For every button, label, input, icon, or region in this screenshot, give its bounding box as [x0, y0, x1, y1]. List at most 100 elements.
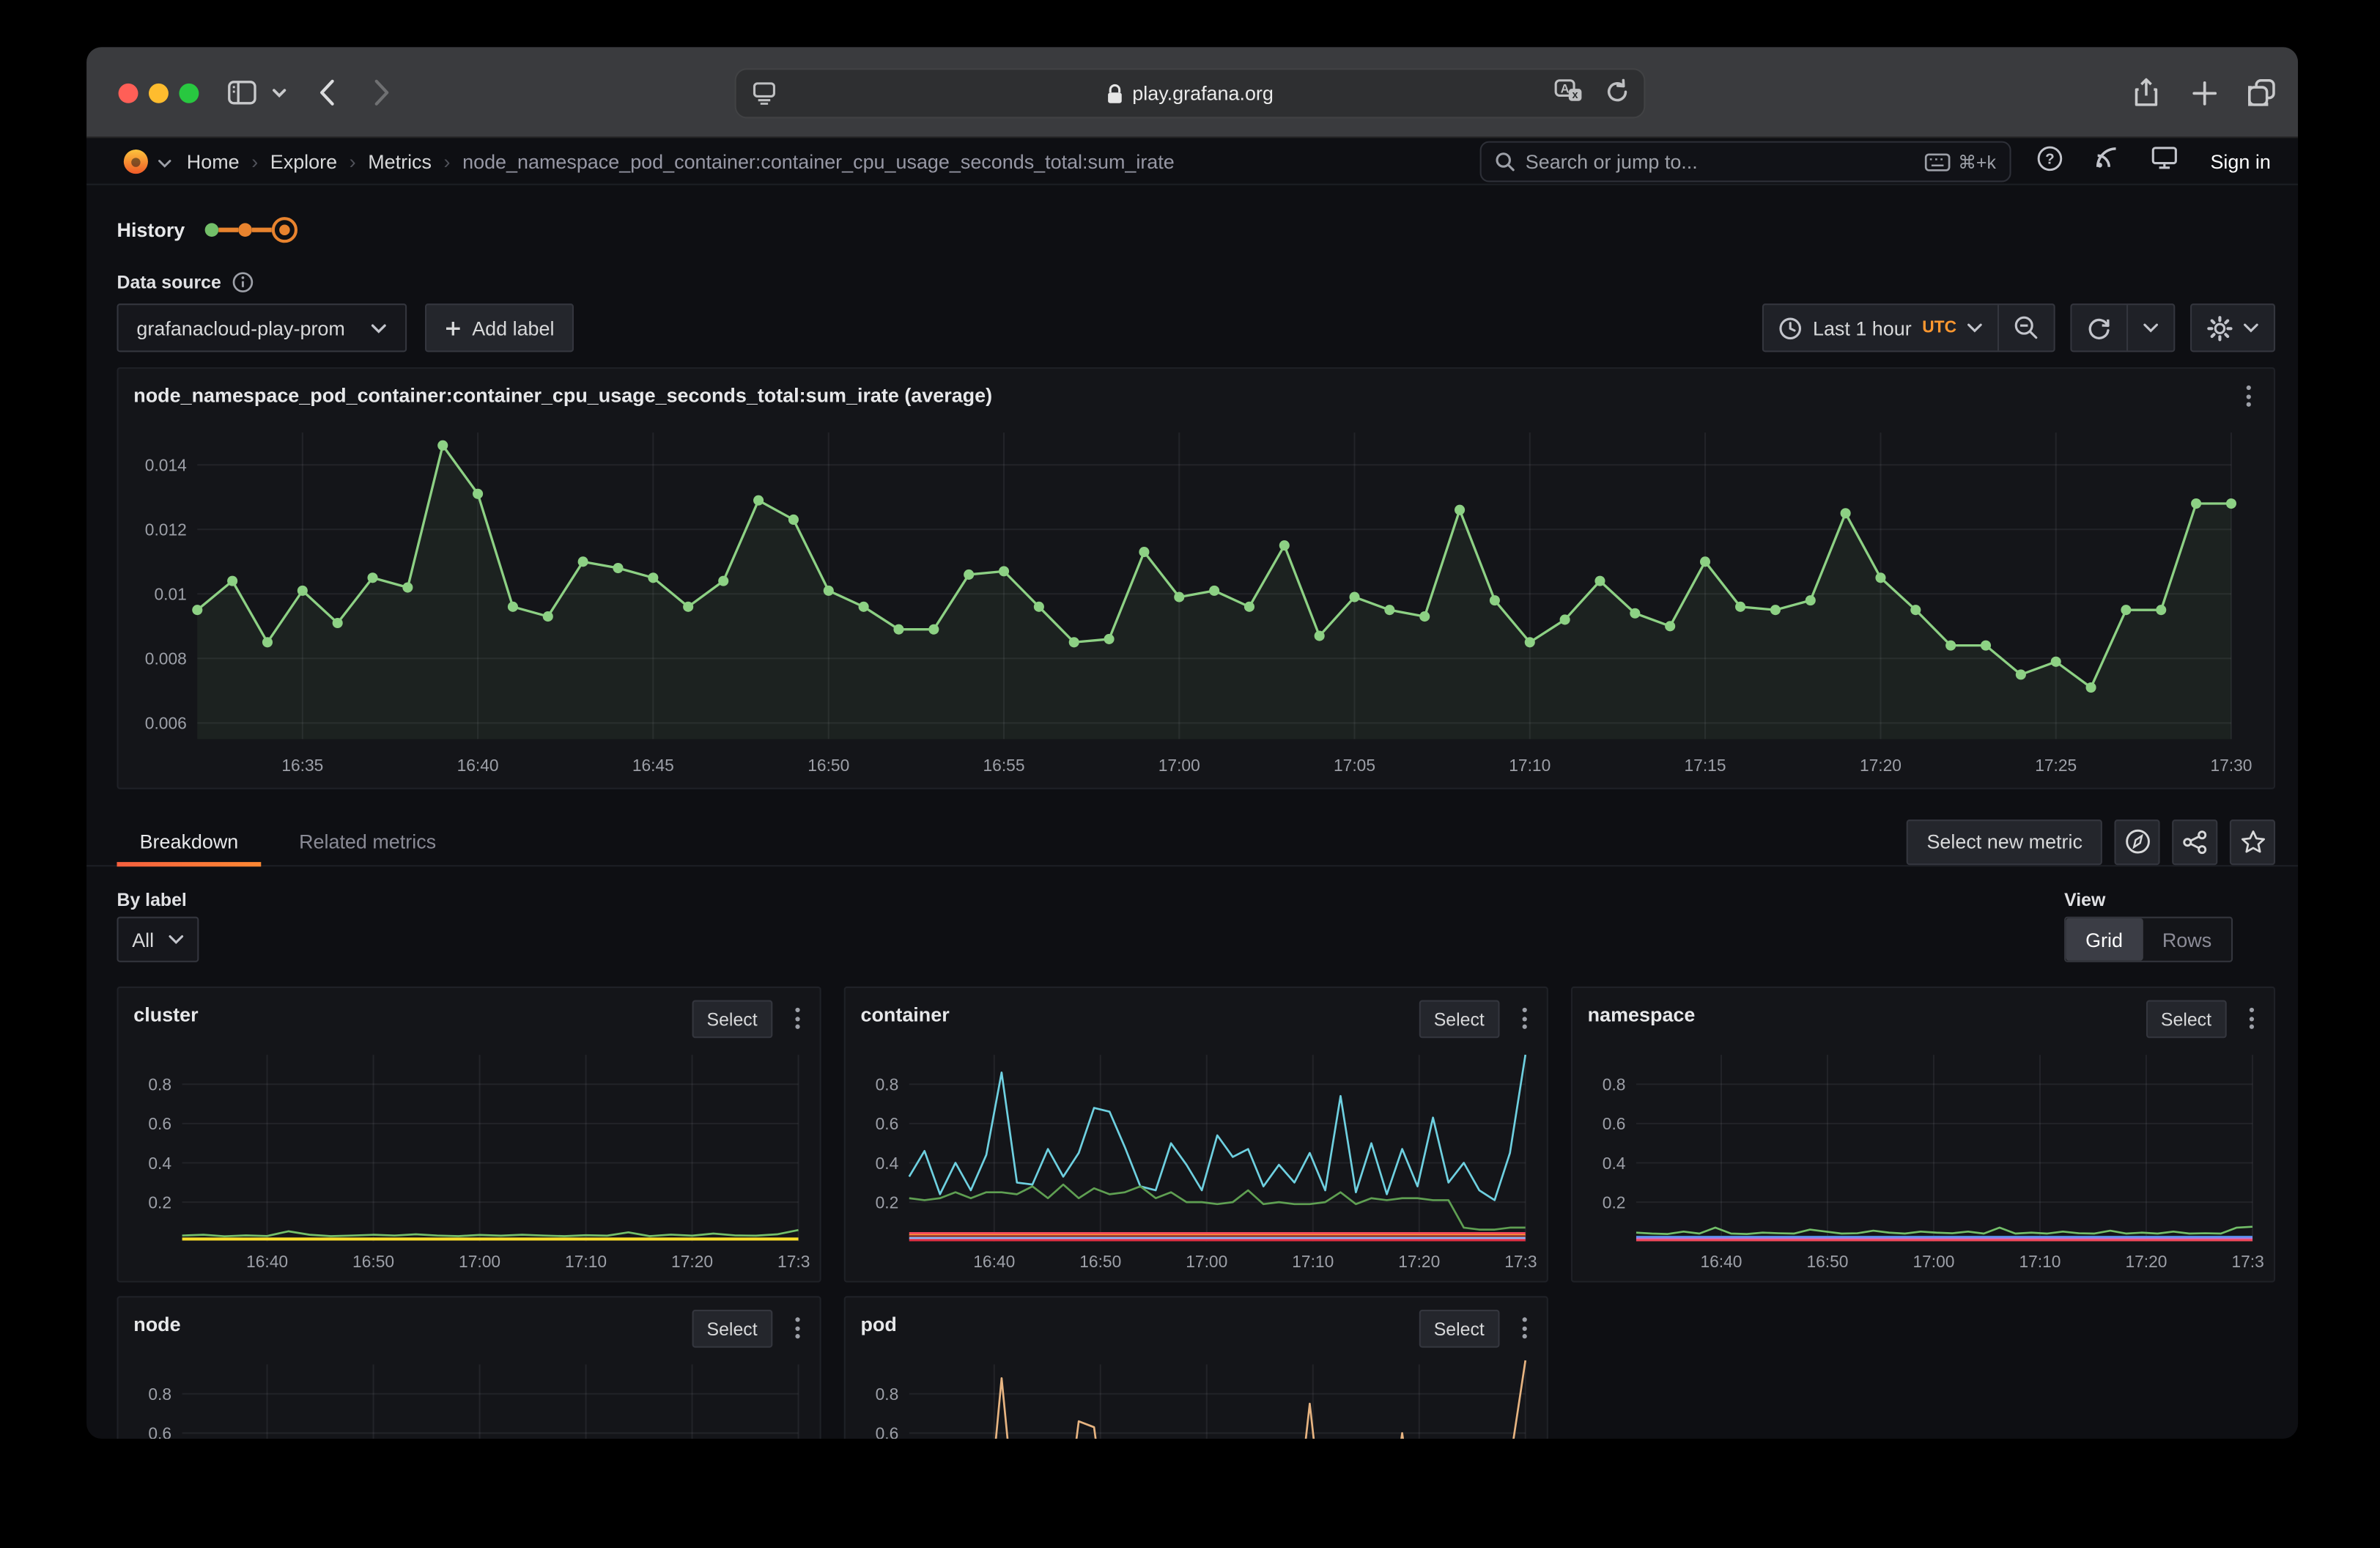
panel-namespace: namespace Select 0.20.40.60.816:4016:501…: [1571, 987, 2275, 1283]
traffic-light-close[interactable]: [119, 83, 138, 103]
back-button[interactable]: [319, 47, 336, 138]
svg-text:17:10: 17:10: [2019, 1252, 2061, 1271]
select-node-button[interactable]: Select: [692, 1310, 773, 1348]
news-rss-icon[interactable]: [2095, 146, 2119, 177]
main-metric-panel: node_namespace_pod_container:container_c…: [117, 367, 2275, 789]
svg-text:?: ?: [2046, 150, 2055, 167]
chevron-down-icon: [2244, 323, 2259, 332]
svg-text:0.01: 0.01: [154, 585, 186, 604]
forward-button[interactable]: [374, 47, 391, 138]
settings-button[interactable]: [2192, 305, 2274, 350]
panel-menu-icon[interactable]: [1513, 1006, 1534, 1031]
time-picker-group: Last 1 hour UTC: [1763, 303, 2055, 352]
svg-text:0.4: 0.4: [1603, 1154, 1626, 1173]
refresh-button[interactable]: [2072, 305, 2126, 350]
svg-text:0.4: 0.4: [148, 1154, 171, 1173]
breadcrumb-home[interactable]: Home: [187, 150, 240, 172]
svg-text:17:20: 17:20: [671, 1252, 713, 1271]
add-label-button[interactable]: Add label: [425, 303, 574, 352]
bookmark-star-button[interactable]: [2230, 819, 2275, 864]
sign-in-link[interactable]: Sign in: [2210, 150, 2270, 173]
sidebar-chevron-icon[interactable]: [272, 47, 287, 138]
translate-icon[interactable]: Ax: [1554, 79, 1584, 108]
settings-group: [2190, 303, 2275, 352]
reload-icon[interactable]: [1606, 79, 1629, 108]
time-zoom-out-button[interactable]: [1998, 305, 2054, 350]
cluster-chart: 0.20.40.60.816:4016:5017:0017:1017:2017:…: [128, 1046, 810, 1278]
view-title: View: [2064, 889, 2105, 910]
lock-icon: [1106, 83, 1123, 104]
refresh-interval-chevron[interactable]: [2126, 305, 2173, 350]
breadcrumb-separator: ›: [251, 150, 258, 172]
panel-cluster-title: cluster: [133, 1003, 198, 1026]
explore-compass-button[interactable]: [2114, 819, 2159, 864]
svg-text:17:00: 17:00: [1158, 756, 1200, 775]
screenshot-stage: play.grafana.org Ax: [0, 0, 2380, 1548]
namespace-chart: 0.20.40.60.816:4016:5017:0017:1017:2017:…: [1581, 1046, 2264, 1278]
search-icon: [1495, 152, 1515, 172]
datasource-picker[interactable]: grafanacloud-play-prom: [117, 303, 407, 352]
new-tab-icon[interactable]: [2192, 47, 2217, 138]
org-switcher-chevron-icon[interactable]: [158, 150, 171, 172]
view-option-rows[interactable]: Rows: [2143, 918, 2231, 961]
refresh-icon: [2087, 316, 2111, 340]
svg-text:16:50: 16:50: [808, 756, 849, 775]
select-pod-button[interactable]: Select: [1419, 1310, 1500, 1348]
grafana-logo[interactable]: [122, 147, 150, 175]
svg-text:16:45: 16:45: [632, 756, 674, 775]
svg-text:0.2: 0.2: [1603, 1193, 1626, 1212]
svg-text:0.8: 0.8: [876, 1075, 899, 1094]
browser-toolbar: play.grafana.org Ax: [86, 47, 2298, 138]
chevron-down-icon: [2143, 323, 2159, 332]
time-range-picker[interactable]: Last 1 hour UTC: [1764, 305, 1998, 350]
panel-container: container Select 0.20.40.60.816:4016:501…: [844, 987, 1548, 1283]
panel-menu-icon[interactable]: [2237, 384, 2258, 408]
address-bar[interactable]: play.grafana.org Ax: [735, 68, 1646, 118]
breadcrumb-explore[interactable]: Explore: [270, 150, 337, 172]
svg-text:16:40: 16:40: [457, 756, 499, 775]
select-cluster-button[interactable]: Select: [692, 1000, 773, 1039]
tab-breakdown[interactable]: Breakdown: [117, 817, 261, 866]
share-nodes-icon: [2183, 830, 2207, 854]
zoom-out-icon: [2014, 316, 2039, 340]
pod-chart: 0.20.40.60.816:4016:5017:0017:1017:2017:…: [854, 1355, 1537, 1439]
sidebar-toggle-icon[interactable]: [228, 47, 256, 138]
info-icon[interactable]: [232, 272, 253, 293]
by-label-select[interactable]: All: [117, 917, 199, 962]
monitor-icon[interactable]: [2151, 146, 2178, 177]
traffic-light-minimize[interactable]: [149, 83, 169, 103]
select-container-button[interactable]: Select: [1419, 1000, 1500, 1039]
svg-text:16:35: 16:35: [281, 756, 323, 775]
history-step-start[interactable]: [204, 223, 218, 237]
tab-overview-icon[interactable]: [2247, 47, 2277, 138]
svg-text:0.6: 0.6: [148, 1114, 171, 1133]
svg-text:16:40: 16:40: [1700, 1252, 1742, 1271]
share-metric-button[interactable]: [2172, 819, 2217, 864]
panel-menu-icon[interactable]: [1513, 1316, 1534, 1340]
view-option-grid[interactable]: Grid: [2066, 918, 2143, 961]
svg-text:0.008: 0.008: [145, 649, 187, 668]
panel-menu-icon[interactable]: [786, 1006, 808, 1031]
panel-menu-icon[interactable]: [786, 1316, 808, 1340]
history-step-mid[interactable]: [238, 223, 252, 237]
view-toggle: Grid Rows: [2064, 917, 2233, 962]
panel-node-title: node: [133, 1313, 180, 1335]
search-input[interactable]: Search or jump to... ⌘+k: [1480, 141, 2011, 183]
svg-text:17:30: 17:30: [1504, 1252, 1537, 1271]
search-placeholder: Search or jump to...: [1526, 150, 1698, 173]
panel-menu-icon[interactable]: [2240, 1006, 2261, 1031]
share-icon[interactable]: [2132, 47, 2159, 138]
select-namespace-button[interactable]: Select: [2146, 1000, 2227, 1039]
svg-text:16:40: 16:40: [973, 1252, 1015, 1271]
add-label-text: Add label: [472, 317, 554, 339]
history-step-current[interactable]: [271, 217, 297, 243]
plus-icon: [445, 320, 462, 336]
breadcrumb-metrics[interactable]: Metrics: [368, 150, 432, 172]
svg-text:17:25: 17:25: [2035, 756, 2077, 775]
history-connector: [251, 228, 271, 232]
help-icon[interactable]: ?: [2037, 145, 2063, 179]
breadcrumb-current-metric: node_namespace_pod_container:container_c…: [462, 150, 1175, 172]
traffic-light-zoom[interactable]: [179, 83, 199, 103]
select-new-metric-button[interactable]: Select new metric: [1907, 819, 2102, 864]
tab-related-metrics[interactable]: Related metrics: [276, 817, 459, 866]
